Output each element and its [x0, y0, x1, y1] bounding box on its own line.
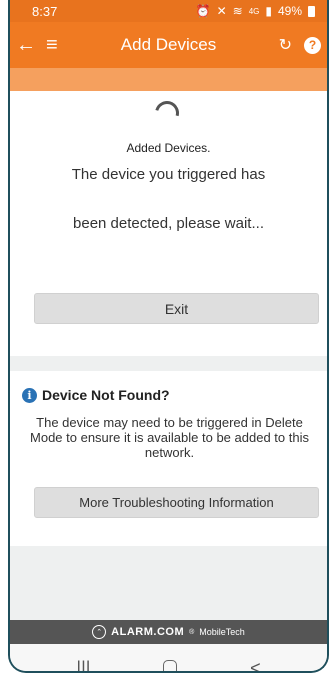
refresh-icon[interactable]: ↻: [279, 35, 292, 55]
info-icon: i: [22, 387, 37, 403]
exit-button[interactable]: Exit: [34, 293, 319, 324]
status-bar: 8:37 ⏰ ✕ ≋ 4G ▮ 49%: [10, 0, 327, 22]
brand-subtitle: MobileTech: [199, 627, 245, 637]
app-header: ← ≡ Add Devices ↻ ?: [10, 22, 327, 68]
wifi-icon: ≋: [232, 4, 243, 18]
battery-percent: 49%: [277, 4, 302, 18]
home-icon[interactable]: [163, 659, 178, 671]
empty-area: [10, 546, 327, 620]
signal-icon: ▮: [265, 4, 272, 18]
device-not-found-heading: i Device Not Found?: [22, 387, 170, 403]
brand-mark: ®: [189, 628, 195, 636]
added-devices-label: Added Devices.: [126, 141, 211, 155]
brand-footer: ⌃ ALARM.COM ® MobileTech: [10, 620, 327, 644]
alarm-icon: ⏰: [195, 4, 211, 18]
menu-icon[interactable]: ≡: [46, 34, 58, 57]
detected-message-line2: been detected, please wait...: [73, 215, 264, 232]
device-not-found-title: Device Not Found?: [42, 387, 170, 403]
android-nav-bar: ||| <: [10, 644, 327, 672]
battery-icon: [308, 5, 315, 17]
header-band: [10, 68, 327, 91]
help-icon[interactable]: ?: [304, 36, 321, 54]
nav-back-icon[interactable]: <: [250, 658, 261, 672]
loading-spinner-icon: [150, 96, 184, 130]
back-arrow-icon[interactable]: ←: [16, 34, 36, 57]
signal-label: 4G: [248, 6, 260, 16]
troubleshoot-text: The device may need to be triggered in D…: [30, 415, 309, 460]
troubleshoot-card: i Device Not Found? The device may need …: [10, 371, 327, 546]
detected-message-line1: The device you triggered has: [71, 166, 266, 183]
mute-icon: ✕: [216, 4, 227, 18]
status-time: 8:37: [32, 3, 58, 19]
status-card: Added Devices. The device you triggered …: [10, 91, 327, 356]
phone-frame: 8:37 ⏰ ✕ ≋ 4G ▮ 49% ← ≡ Add Devices ↻ ? …: [8, 0, 329, 673]
recents-icon[interactable]: |||: [76, 658, 90, 672]
status-icons: ⏰ ✕ ≋ 4G ▮ 49%: [196, 4, 315, 18]
more-troubleshooting-button[interactable]: More Troubleshooting Information: [34, 487, 319, 518]
brand-name: ALARM.COM: [111, 626, 185, 638]
alarm-com-logo-icon: ⌃: [92, 625, 107, 639]
